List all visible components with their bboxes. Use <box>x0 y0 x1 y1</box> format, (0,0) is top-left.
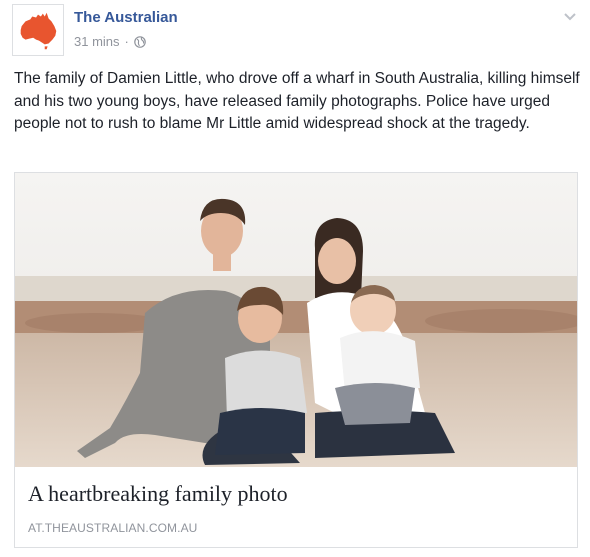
meta-separator: · <box>124 34 129 49</box>
globe-icon[interactable] <box>134 36 146 48</box>
facebook-post: The Australian 31 mins · The family of D… <box>0 0 590 557</box>
post-meta: 31 mins · <box>74 33 146 51</box>
chevron-down-icon[interactable] <box>562 8 578 24</box>
timestamp-link[interactable]: 31 mins <box>74 33 120 51</box>
page-avatar[interactable] <box>12 4 64 56</box>
link-title[interactable]: A heartbreaking family photo <box>28 481 288 507</box>
link-domain: AT.THEAUSTRALIAN.COM.AU <box>28 521 198 535</box>
australia-map-logo <box>13 5 63 55</box>
page-name-link[interactable]: The Australian <box>74 8 178 28</box>
post-message: The family of Damien Little, who drove o… <box>14 70 580 132</box>
family-photo <box>15 173 577 467</box>
link-preview-card[interactable]: A heartbreaking family photo AT.THEAUSTR… <box>14 172 578 548</box>
